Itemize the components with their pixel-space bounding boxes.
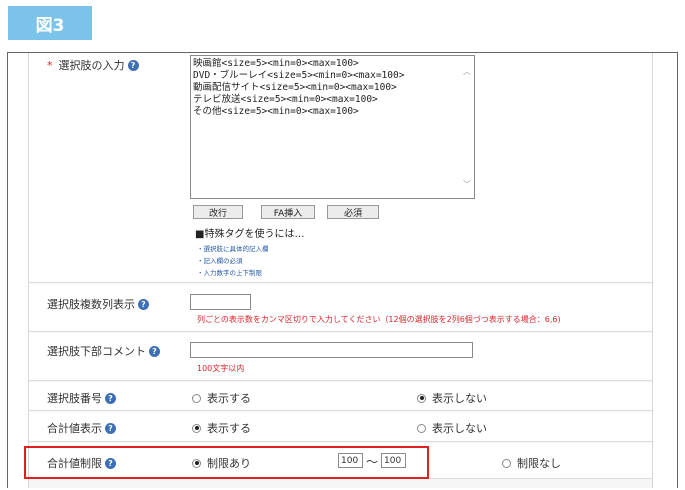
radio-off-icon[interactable] bbox=[192, 393, 201, 403]
help-icon[interactable]: ? bbox=[105, 392, 116, 404]
scroll-up-icon[interactable]: ︿ bbox=[463, 66, 471, 77]
numbering-label-group: 選択肢番号 ? bbox=[47, 390, 116, 406]
comment-input[interactable] bbox=[190, 342, 473, 358]
total-display-show-label: 表示する bbox=[207, 422, 251, 435]
total-limit-off-label: 制限なし bbox=[517, 457, 561, 470]
numbering-show-radio[interactable]: 表示する bbox=[192, 390, 251, 406]
newline-button[interactable]: 改行 bbox=[193, 205, 243, 219]
help-icon[interactable]: ? bbox=[149, 345, 160, 357]
row-total-display: 合計値表示 ? 表示する 表示しない bbox=[29, 412, 652, 442]
figure-label: 図3 bbox=[8, 6, 92, 40]
comment-label-group: 選択肢下部コメント ? bbox=[47, 343, 160, 359]
total-limit-off-radio[interactable]: 制限なし bbox=[502, 455, 561, 471]
total-display-show-radio[interactable]: 表示する bbox=[192, 420, 251, 436]
special-tag-link[interactable]: ・記入欄の必須 bbox=[197, 255, 269, 267]
total-display-hide-label: 表示しない bbox=[432, 422, 487, 435]
radio-off-icon[interactable] bbox=[417, 423, 426, 433]
row-numbering: 選択肢番号 ? 表示する 表示しない bbox=[29, 382, 652, 411]
scroll-down-icon[interactable]: ﹀ bbox=[463, 179, 471, 190]
form-panel: * 選択肢の入力 ? 映画館<size=5><min=0><max=100> D… bbox=[28, 53, 653, 488]
row-comment: 選択肢下部コメント ? 100文字以内 bbox=[29, 333, 652, 381]
special-tags-heading: ■特殊タグを使うには… bbox=[195, 229, 305, 240]
total-display-label-group: 合計値表示 ? bbox=[47, 420, 116, 436]
columns-label-group: 選択肢複数列表示 ? bbox=[47, 296, 149, 312]
special-tags-links: ・選択肢に具体的記入欄 ・記入欄の必須 ・入力数字の上下制限 bbox=[197, 243, 269, 279]
total-display-hide-radio[interactable]: 表示しない bbox=[417, 420, 487, 436]
help-icon[interactable]: ? bbox=[105, 422, 116, 434]
help-icon[interactable]: ? bbox=[138, 298, 149, 310]
numbering-hide-radio[interactable]: 表示しない bbox=[417, 390, 487, 406]
choices-textarea[interactable]: 映画館<size=5><min=0><max=100> DVD・ブルーレイ<si… bbox=[190, 55, 475, 199]
columns-note: 列ごとの表示数をカンマ区切りで入力してください（12個の選択肢を2列6個づつ表示… bbox=[197, 315, 561, 324]
special-tag-link[interactable]: ・入力数字の上下制限 bbox=[197, 267, 269, 279]
columns-input[interactable] bbox=[190, 294, 251, 310]
radio-off-icon[interactable] bbox=[502, 458, 511, 468]
numbering-hide-label: 表示しない bbox=[432, 392, 487, 405]
comment-note: 100文字以内 bbox=[197, 364, 245, 373]
radio-on-icon[interactable] bbox=[192, 423, 201, 433]
numbering-show-label: 表示する bbox=[207, 392, 251, 405]
help-icon[interactable]: ? bbox=[127, 59, 139, 71]
row-columns: 選択肢複数列表示 ? 列ごとの表示数をカンマ区切りで入力してください（12個の選… bbox=[29, 284, 652, 332]
choices-label: 選択肢の入力 bbox=[58, 59, 125, 72]
fa-insert-button[interactable]: FA挿入 bbox=[261, 205, 315, 219]
comment-label: 選択肢下部コメント bbox=[47, 345, 146, 358]
highlight-box bbox=[24, 446, 429, 479]
row-choices: * 選択肢の入力 ? 映画館<size=5><min=0><max=100> D… bbox=[29, 53, 652, 283]
special-tag-link[interactable]: ・選択肢に具体的記入欄 bbox=[197, 243, 269, 255]
form-frame: * 選択肢の入力 ? 映画館<size=5><min=0><max=100> D… bbox=[7, 52, 678, 488]
choices-label-group: * 選択肢の入力 ? bbox=[47, 57, 139, 73]
required-button[interactable]: 必須 bbox=[327, 205, 379, 219]
columns-label: 選択肢複数列表示 bbox=[47, 298, 135, 311]
required-mark: * bbox=[47, 58, 53, 72]
total-display-label: 合計値表示 bbox=[47, 422, 102, 435]
choices-textarea-text: 映画館<size=5><min=0><max=100> DVD・ブルーレイ<si… bbox=[193, 58, 405, 117]
radio-on-icon[interactable] bbox=[417, 393, 426, 403]
numbering-label: 選択肢番号 bbox=[47, 392, 102, 405]
